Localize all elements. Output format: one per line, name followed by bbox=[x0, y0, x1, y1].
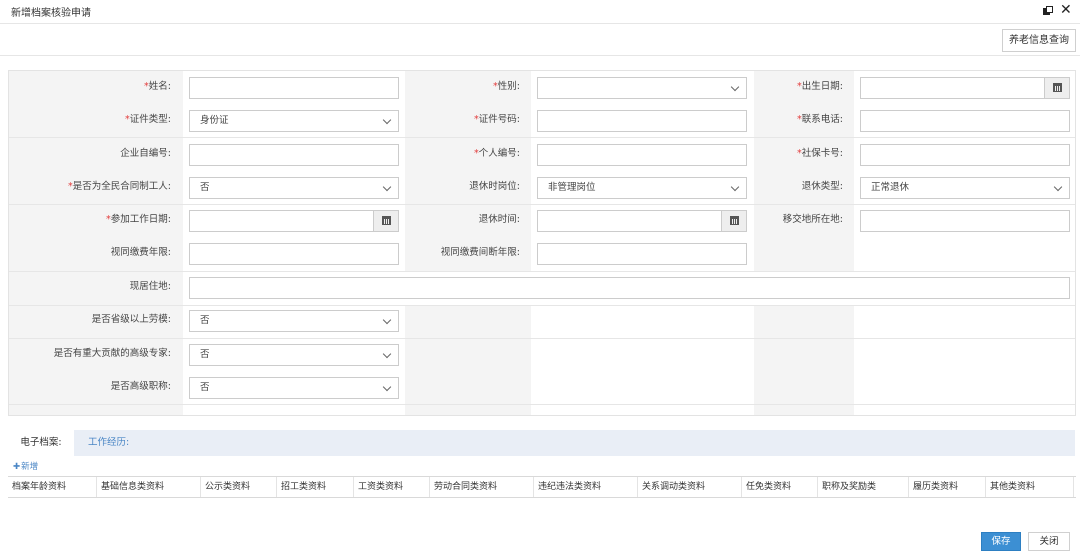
calendar-button[interactable] bbox=[721, 211, 746, 231]
chevron-down-icon bbox=[730, 182, 740, 192]
id-type-label: *证件类型: bbox=[125, 114, 171, 125]
social-card-label: *社保卡号: bbox=[797, 148, 843, 159]
social-card-input[interactable] bbox=[860, 144, 1070, 166]
personal-code-label: *个人编号: bbox=[474, 148, 520, 159]
window-titlebar: 新增档案核验申请 ✕ bbox=[0, 0, 1080, 22]
personal-code-input[interactable] bbox=[537, 144, 747, 166]
deemed-years-label: 视同缴费年限: bbox=[110, 247, 171, 258]
transfer-location-input[interactable] bbox=[860, 210, 1070, 232]
label-column-2-lower bbox=[405, 305, 531, 415]
plus-icon: ✚ bbox=[13, 462, 21, 472]
table-header-cell[interactable]: 劳动合同类资料 bbox=[430, 477, 534, 497]
senior-expert-select[interactable]: 否 bbox=[189, 344, 399, 366]
add-label: 新增 bbox=[21, 462, 39, 472]
retire-position-label: 退休时岗位: bbox=[469, 181, 520, 192]
table-header-cell[interactable]: 任免类资料 bbox=[742, 477, 818, 497]
chevron-down-icon bbox=[730, 82, 740, 92]
tab-electronic-archive[interactable]: 电子档案: bbox=[8, 430, 74, 456]
chevron-down-icon bbox=[382, 315, 392, 325]
contract-worker-label: *是否为全民合同制工人: bbox=[68, 181, 171, 192]
label-column-3-lower bbox=[754, 305, 854, 415]
calendar-button[interactable] bbox=[1044, 78, 1069, 98]
restore-window-icon[interactable] bbox=[1043, 6, 1053, 15]
gender-label: *性别: bbox=[493, 81, 520, 92]
senior-title-label: 是否高级职称: bbox=[110, 381, 171, 392]
birth-date-label: *出生日期: bbox=[797, 81, 843, 92]
retire-time-input[interactable] bbox=[537, 210, 747, 232]
company-code-label: 企业自编号: bbox=[120, 148, 171, 159]
senior-title-select[interactable]: 否 bbox=[189, 377, 399, 399]
add-button[interactable]: ✚新增 bbox=[13, 460, 38, 472]
table-header-cell[interactable]: 职称及奖励类 bbox=[818, 477, 909, 497]
transfer-location-label: 移交地所在地: bbox=[782, 214, 843, 225]
row-divider bbox=[9, 204, 1075, 205]
toolbar: 养老信息查询 bbox=[0, 23, 1080, 56]
tab-work-experience[interactable]: 工作经历: bbox=[88, 430, 129, 456]
residence-input[interactable] bbox=[189, 277, 1070, 299]
row-divider bbox=[9, 404, 1075, 405]
work-start-date-label: *参加工作日期: bbox=[106, 214, 171, 225]
chevron-down-icon bbox=[1053, 182, 1063, 192]
work-start-date-input[interactable] bbox=[189, 210, 399, 232]
table-header-cell[interactable]: 履历类资料 bbox=[909, 477, 986, 497]
chevron-down-icon bbox=[382, 115, 392, 125]
table-header-cell[interactable]: 其他类资料 bbox=[986, 477, 1074, 497]
phone-label: *联系电话: bbox=[797, 114, 843, 125]
id-number-input[interactable] bbox=[537, 110, 747, 132]
retire-position-select[interactable]: 非管理岗位 bbox=[537, 177, 747, 199]
id-number-label: *证件号码: bbox=[474, 114, 520, 125]
close-button[interactable]: 关闭 bbox=[1028, 532, 1070, 551]
chevron-down-icon bbox=[382, 349, 392, 359]
save-button[interactable]: 保存 bbox=[981, 532, 1021, 551]
label-column-3 bbox=[754, 71, 854, 271]
senior-expert-label: 是否有重大贡献的高级专家: bbox=[53, 348, 171, 359]
row-divider bbox=[9, 137, 1075, 138]
row-divider bbox=[9, 271, 1075, 272]
residence-label: 现居住地: bbox=[129, 281, 171, 292]
gender-select[interactable] bbox=[537, 77, 747, 99]
chevron-down-icon bbox=[382, 182, 392, 192]
name-input[interactable] bbox=[189, 77, 399, 99]
calendar-icon bbox=[382, 216, 391, 225]
name-label: *姓名: bbox=[144, 81, 171, 92]
document-category-table: 档案年龄资料 基础信息类资料 公示类资料 招工类资料 工资类资料 劳动合同类资料… bbox=[8, 476, 1076, 498]
application-form: *姓名: *性别: *出生日期: *证件类型: 身份证 *证件号码: *联系电话… bbox=[8, 70, 1076, 416]
phone-input[interactable] bbox=[860, 110, 1070, 132]
table-header-cell[interactable]: 工资类资料 bbox=[354, 477, 430, 497]
table-header-cell[interactable]: 关系调动类资料 bbox=[638, 477, 742, 497]
table-header-cell[interactable]: 公示类资料 bbox=[201, 477, 277, 497]
id-type-select[interactable]: 身份证 bbox=[189, 110, 399, 132]
table-header-cell[interactable]: 招工类资料 bbox=[277, 477, 354, 497]
calendar-icon bbox=[730, 216, 739, 225]
close-icon[interactable]: ✕ bbox=[1060, 3, 1072, 17]
table-header-cell[interactable]: 档案年龄资料 bbox=[8, 477, 97, 497]
tab-bar: 电子档案: 工作经历: bbox=[8, 430, 1075, 456]
retire-time-label: 退休时间: bbox=[478, 214, 520, 225]
company-code-input[interactable] bbox=[189, 144, 399, 166]
label-column-2 bbox=[405, 71, 531, 271]
row-divider bbox=[9, 305, 1075, 306]
retire-type-label: 退休类型: bbox=[801, 181, 843, 192]
provincial-model-select[interactable]: 否 bbox=[189, 310, 399, 332]
deemed-gap-input[interactable] bbox=[537, 243, 747, 265]
window-title: 新增档案核验申请 bbox=[11, 8, 91, 19]
pension-info-query-button[interactable]: 养老信息查询 bbox=[1002, 29, 1076, 52]
deemed-years-input[interactable] bbox=[189, 243, 399, 265]
contract-worker-select[interactable]: 否 bbox=[189, 177, 399, 199]
deemed-gap-label: 视同缴费间断年限: bbox=[440, 247, 520, 258]
calendar-icon bbox=[1053, 83, 1062, 92]
birth-date-input[interactable] bbox=[860, 77, 1070, 99]
table-header-cell[interactable]: 违纪违法类资料 bbox=[534, 477, 638, 497]
table-header-cell[interactable]: 基础信息类资料 bbox=[97, 477, 201, 497]
provincial-model-label: 是否省级以上劳模: bbox=[91, 314, 171, 325]
retire-type-select[interactable]: 正常退休 bbox=[860, 177, 1070, 199]
chevron-down-icon bbox=[382, 382, 392, 392]
row-divider bbox=[9, 338, 1075, 339]
calendar-button[interactable] bbox=[373, 211, 398, 231]
